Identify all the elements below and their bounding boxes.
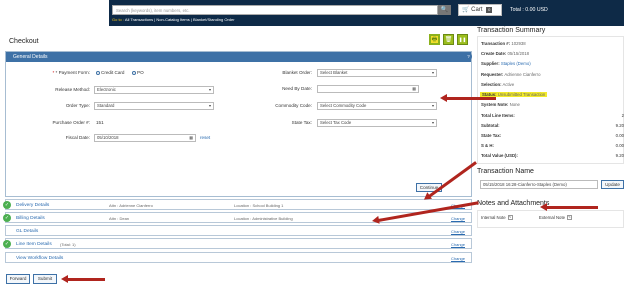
cart-label: Cart [471,7,483,13]
goto-label: Go to : [112,17,125,22]
cart-total: Total : 0.00 USD [510,7,548,13]
order-type-select[interactable]: Standard ▾ [94,102,214,110]
chevron-down-icon: ▾ [431,120,434,125]
payment-credit-card-option[interactable]: Credit Card [96,70,125,75]
po-number-label: Purchase Order #: [52,120,90,125]
goto-links[interactable]: All Transactions | Non-Catalog Items | B… [125,17,235,22]
section-title[interactable]: GL Details [16,229,38,234]
calendar-icon[interactable]: ▦ [189,135,193,141]
s-h-row: S & H: 0.00 [481,143,624,148]
order-type-label: Order Type: [65,103,90,108]
pause-button[interactable]: ❚❚ [457,34,468,45]
section-delivery-details[interactable]: ✓ Delivery Details Attn : Adrienne Cianf… [3,199,472,210]
delivery-attn: Attn : Adrienne Cianferro [109,203,153,208]
transaction-name-title: Transaction Name [477,168,534,175]
check-circle-icon: ✓ [3,214,11,222]
edit-icon[interactable]: ✎ [507,215,513,221]
change-link[interactable]: Change [451,256,465,261]
section-title[interactable]: Billing Details [16,216,45,221]
print-icon: 🖶 [431,36,438,43]
calendar-icon[interactable]: ▦ [412,86,416,92]
change-link[interactable]: Change [451,229,465,234]
delivery-location: Location : School Building 1 [234,203,284,208]
po-number-value: 151 [96,120,104,125]
forward-button[interactable]: Forward [6,274,30,284]
change-link[interactable]: Change [451,216,465,221]
blanket-order-label: Blanket Order: [282,70,312,75]
chevron-down-icon: ▾ [208,103,211,108]
goto-nav: Go to : All Transactions | Non-Catalog I… [112,17,235,22]
search-icon: 🔍 [440,7,449,13]
total-line-items-row: Total Line Items: 2 [481,113,624,118]
cart-count-badge: 0 [486,7,493,13]
billing-attn: Attn : Dean [109,216,130,221]
chevron-down-icon: ▾ [431,70,434,75]
section-view-workflow-details[interactable]: View Workflow Details Change [5,252,472,263]
general-details-header: General Details [6,52,471,62]
commodity-code-label: Commodity Code: [275,103,312,108]
supplier-row: Supplier: Staples (Demo) [481,61,531,66]
create-date-row: Create Date: 05/15/2018 [481,51,530,56]
help-icon[interactable]: ? [465,53,472,60]
trash-icon: 🗑 [444,37,453,43]
release-method-select[interactable]: Electronic ▾ [94,86,214,94]
section-title[interactable]: Line Item Details [16,242,52,247]
line-item-count: (Total: 1) [60,242,76,247]
selection-row: Selection: Active [481,82,515,87]
check-circle-icon: ✓ [3,240,11,248]
update-button[interactable]: Update [601,180,624,189]
requester-row: Requester: Adrienne Cianferro [481,72,541,77]
need-by-date-input[interactable]: ▦ [317,85,419,93]
notes-attachments-title: Notes and Attachments [477,200,550,207]
search-input[interactable]: Search (keywords), item numbers, etc. [112,5,438,15]
arrow-annotation-status [446,97,496,100]
section-line-item-details[interactable]: ✓ Line Item Details (Total: 1) Change [3,238,472,249]
arrow-annotation-notes [546,206,598,209]
section-gl-details[interactable]: GL Details Change [5,225,472,236]
chevron-down-icon: ▾ [431,103,434,108]
arrow-annotation-submit [67,278,105,281]
radio-credit-card[interactable] [96,70,100,75]
delete-button[interactable]: 🗑 [443,34,454,45]
supplier-link[interactable]: Staples (Demo) [501,61,531,66]
blanket-order-select[interactable]: Select Blanket ▾ [317,69,437,77]
fiscal-date-label: Fiscal Date: [65,135,90,140]
system-note-row: System Note: None [481,102,520,107]
commodity-code-select[interactable]: Select Commodity Code ▾ [317,102,437,110]
transaction-number-row: Transaction #: 102938 [481,41,526,46]
chevron-down-icon: ▾ [208,87,211,92]
cart-button[interactable]: 🛒 Cart 0 [458,4,502,16]
reset-link[interactable]: reset [200,135,210,140]
section-title[interactable]: View Workflow Details [16,256,63,261]
change-link[interactable]: Change [451,242,465,247]
total-value-row: Total Value (USD): 9.20 [481,153,624,158]
section-title[interactable]: Delivery Details [16,203,49,208]
edit-icon[interactable]: ✎ [567,215,573,221]
transaction-name-input[interactable]: 05/15/2018 16:28-Cianferro-Staples (Demo… [480,180,598,189]
status-badge: Unsubmitted Transaction [497,92,546,97]
subtotal-row: Subtotal: 9.20 [481,123,624,128]
submit-button[interactable]: Submit [33,274,57,284]
external-note[interactable]: External Note ✎ [539,215,573,221]
cart-icon: 🛒 [462,7,470,13]
payment-form-label: * * Payment Form: [52,70,90,75]
need-by-date-label: Need By Date: [282,86,312,91]
release-method-label: Release Method: [55,87,90,92]
radio-po[interactable] [132,70,136,75]
internal-note[interactable]: Internal Note ✎ [481,215,513,221]
pause-icon: ❚❚ [458,36,467,42]
state-tax-label: State Tax: [291,120,312,125]
search-button[interactable]: 🔍 [438,5,451,15]
state-tax-row: State Tax: 0.00 [481,133,624,138]
print-button[interactable]: 🖶 [429,34,440,45]
transaction-summary-title: Transaction Summary [477,27,546,34]
check-circle-icon: ✓ [3,201,11,209]
billing-location: Location : Administrative Building [234,216,293,221]
payment-po-option[interactable]: PO [132,70,144,75]
state-tax-select[interactable]: Select Tax Code ▾ [317,119,437,127]
fiscal-date-input[interactable]: 05/10/2018 ▦ [94,134,196,142]
page-title: Checkout [9,38,39,45]
